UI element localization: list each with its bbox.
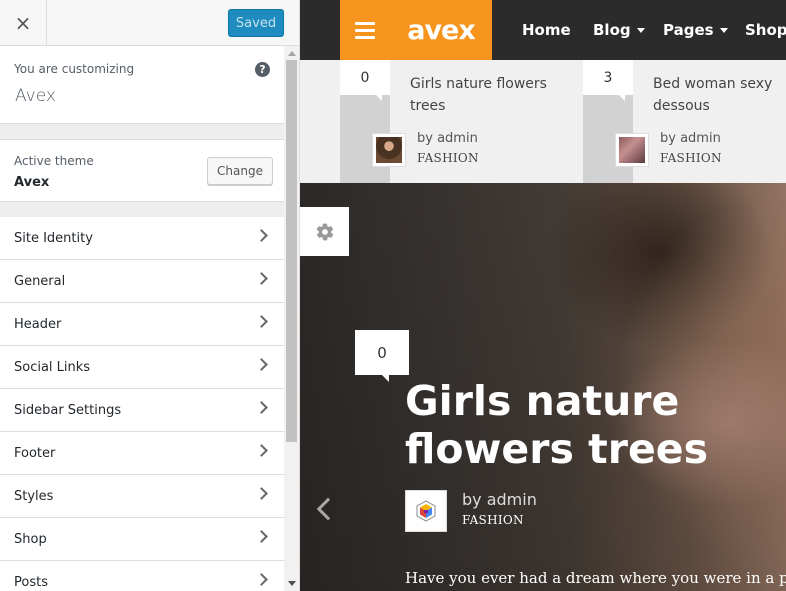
author-avatar [405, 490, 447, 532]
recent-posts-strip: 0 Girls nature flowers trees by admin FA… [300, 60, 786, 183]
cube-logo-icon [416, 500, 436, 522]
close-icon[interactable]: × [0, 0, 47, 45]
comment-count: 0 [340, 60, 390, 101]
caret-down-icon [636, 28, 645, 33]
author-avatar [372, 133, 406, 167]
chevron-right-icon [255, 573, 268, 586]
nav-item-shop[interactable]: Shop [745, 21, 786, 39]
hero-excerpt: Have you ever had a dream where you were… [405, 569, 786, 587]
scrollbar-thumb[interactable] [286, 60, 297, 442]
post-category[interactable]: FASHION [660, 151, 722, 165]
section-label: Sidebar Settings [14, 402, 122, 418]
chevron-right-icon [255, 358, 268, 371]
post-title-line: Bed woman sexy [653, 76, 773, 92]
active-theme-label: Active theme [14, 154, 94, 168]
customizing-label: You are customizing [14, 62, 135, 76]
section-header[interactable]: Header [0, 303, 284, 346]
site-name: Avex [15, 86, 56, 106]
hero-title-line: Girls nature [405, 377, 680, 425]
chevron-right-icon [255, 487, 268, 500]
hero-title-line: flowers trees [405, 425, 708, 473]
section-label: Posts [14, 574, 48, 590]
section-label: General [14, 273, 66, 289]
post-title[interactable]: Girls nature flowers trees [410, 73, 547, 117]
divider [0, 202, 284, 217]
post-title-line: Girls nature flowers [410, 76, 547, 92]
active-theme-panel: Active theme Avex Change [0, 139, 284, 202]
post-title-line: trees [410, 98, 446, 114]
nav-item-home[interactable]: Home [522, 21, 571, 39]
section-social-links[interactable]: Social Links [0, 346, 284, 389]
site-preview: avex Home Blog Pages Shop 0 Girls nature… [300, 0, 786, 591]
hero-post-title[interactable]: Girls nature flowers trees [405, 377, 735, 473]
chevron-right-icon [255, 444, 268, 457]
nav-label: Home [522, 21, 571, 39]
gear-icon [316, 223, 333, 240]
active-theme-name: Avex [14, 175, 50, 190]
nav-item-pages[interactable]: Pages [663, 21, 728, 39]
chevron-right-icon [255, 229, 268, 242]
site-navbar: avex Home Blog Pages Shop [300, 0, 786, 60]
hero-author[interactable]: by admin [462, 490, 537, 509]
hero-comment-count: 0 [355, 330, 409, 382]
post-author[interactable]: by admin [660, 131, 721, 146]
site-logo[interactable]: avex [390, 0, 492, 60]
chevron-right-icon [255, 315, 268, 328]
nav-label: Pages [663, 21, 714, 39]
change-theme-button[interactable]: Change [207, 157, 273, 185]
hero-category[interactable]: FASHION [462, 513, 524, 527]
settings-toggle[interactable] [300, 207, 349, 256]
comment-count: 3 [583, 60, 633, 101]
section-shop[interactable]: Shop [0, 518, 284, 561]
section-label: Shop [14, 531, 47, 547]
scroll-down-icon[interactable] [288, 581, 296, 586]
section-styles[interactable]: Styles [0, 475, 284, 518]
section-label: Styles [14, 488, 54, 504]
section-sidebar-settings[interactable]: Sidebar Settings [0, 389, 284, 432]
customizer-controls: You are customizing Avex ? Active theme … [0, 46, 284, 591]
scroll-up-icon[interactable] [288, 51, 296, 56]
post-author[interactable]: by admin [417, 131, 478, 146]
customizer-header: × Saved [0, 0, 299, 46]
post-title-line: dessous [653, 98, 710, 114]
nav-label: Blog [593, 21, 631, 39]
featured-post-hero: 0 Girls nature flowers trees by admin FA… [300, 183, 786, 591]
section-label: Site Identity [14, 230, 93, 246]
customizer-panel: × Saved You are customizing Avex ? Activ… [0, 0, 300, 591]
author-avatar [615, 133, 649, 167]
nav-item-blog[interactable]: Blog [593, 21, 645, 39]
hamburger-menu-icon[interactable] [340, 0, 390, 60]
panel-scrollbar[interactable] [284, 46, 299, 591]
chevron-right-icon [255, 272, 268, 285]
caret-down-icon [719, 28, 728, 33]
section-posts[interactable]: Posts [0, 561, 284, 591]
post-title[interactable]: Bed woman sexy dessous [653, 73, 772, 117]
saved-button[interactable]: Saved [228, 9, 284, 37]
section-general[interactable]: General [0, 260, 284, 303]
section-footer[interactable]: Footer [0, 432, 284, 475]
divider [0, 124, 284, 139]
chevron-right-icon [255, 530, 268, 543]
nav-label: Shop [745, 21, 786, 39]
post-category[interactable]: FASHION [417, 151, 479, 165]
section-label: Footer [14, 445, 56, 461]
section-site-identity[interactable]: Site Identity [0, 217, 284, 260]
chevron-right-icon [255, 401, 268, 414]
section-label: Header [14, 316, 62, 332]
section-label: Social Links [14, 359, 91, 375]
help-icon[interactable]: ? [255, 62, 270, 77]
customizing-info: You are customizing Avex ? [0, 46, 284, 124]
